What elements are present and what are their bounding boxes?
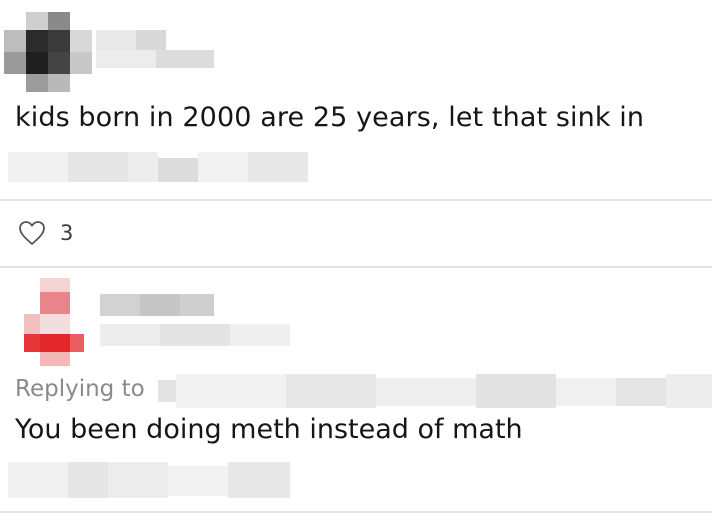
reply-author-avatar[interactable] [24, 278, 88, 368]
post-meta [8, 152, 308, 182]
comment-thread: kids born in 2000 are 25 years, let that… [0, 0, 712, 531]
post-text: kids born in 2000 are 25 years, let that… [15, 102, 645, 133]
post-author-name[interactable] [96, 30, 214, 68]
post-author-avatar[interactable] [4, 12, 92, 92]
replying-to-label: Replying to [15, 376, 145, 402]
divider [0, 266, 712, 268]
reply-author-name[interactable] [100, 294, 292, 350]
reply-meta [8, 462, 290, 498]
heart-outline-icon[interactable] [18, 220, 46, 246]
reply-text: You been doing meth instead of math [15, 414, 523, 445]
divider [0, 511, 712, 513]
like-count: 3 [60, 221, 74, 245]
divider [0, 199, 712, 201]
like-row: 3 [18, 220, 73, 246]
replying-to-handles[interactable] [158, 374, 712, 408]
